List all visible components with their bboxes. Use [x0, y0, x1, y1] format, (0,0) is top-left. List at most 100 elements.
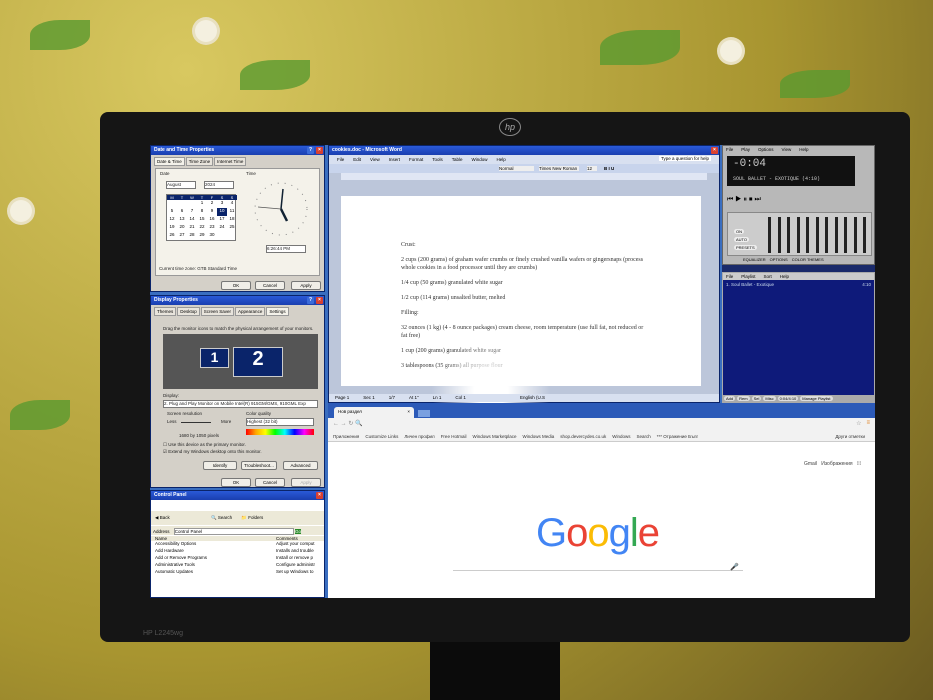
menu-item[interactable]: File [726, 147, 733, 152]
calendar-day[interactable]: 8 [197, 208, 207, 216]
playlist-button[interactable]: Add [724, 396, 736, 401]
other-bookmarks[interactable]: Други отметки [835, 434, 865, 439]
ok-button[interactable]: OK [221, 281, 251, 290]
close-icon[interactable]: × [316, 147, 323, 154]
calendar-day[interactable]: 13 [177, 216, 187, 224]
cancel-button[interactable]: Cancel [255, 281, 285, 290]
help-icon[interactable]: ? [307, 147, 314, 154]
close-tab-icon[interactable]: × [407, 409, 410, 414]
calendar-day[interactable]: 27 [177, 232, 187, 240]
menu-item[interactable]: Play [741, 147, 750, 152]
calendar-day[interactable]: 26 [167, 232, 177, 240]
bookmark[interactable]: Windows Marketplace [472, 434, 516, 439]
menu-item[interactable]: Help [799, 147, 808, 152]
eq-tab[interactable]: COLOR THEMES [792, 257, 824, 262]
primary-checkbox[interactable]: ☐ Use this device as the primary monitor… [163, 442, 246, 448]
display-select[interactable]: 2. Plug and Play Monitor on Mobile Intel… [163, 400, 318, 408]
eq-button[interactable]: ON [734, 229, 744, 234]
resolution-slider[interactable] [181, 422, 211, 423]
tab-1[interactable]: Desktop [177, 307, 200, 316]
transport-controls[interactable]: ⏮▶⏸⏹⏭ [727, 196, 763, 204]
eq-slider[interactable] [796, 217, 800, 253]
calendar-day[interactable]: 18 [227, 216, 237, 224]
eq-slider[interactable] [777, 217, 781, 253]
calendar-day[interactable]: 1 [197, 200, 207, 208]
menu-item[interactable]: File [726, 274, 733, 279]
advanced-button[interactable]: Advanced [283, 461, 318, 470]
ok-button[interactable]: OK [221, 478, 251, 487]
menu-item[interactable]: Options [758, 147, 774, 152]
document-page[interactable]: Crust: 2 cups (200 grams) of graham wafer… [341, 196, 701, 446]
tab-2[interactable]: Internet Time [214, 157, 247, 166]
folders-button[interactable]: 📁 Folders [241, 515, 263, 520]
time-field[interactable]: 6:26:44 PM [266, 245, 306, 253]
tab-3[interactable]: Appearance [235, 307, 266, 316]
bold-button[interactable]: B I U [604, 166, 614, 171]
calendar-day[interactable]: 24 [217, 224, 227, 232]
menu-item[interactable]: View [370, 157, 380, 162]
bookmark[interactable]: Приложения [333, 434, 359, 439]
playlist-button[interactable]: Sel [751, 396, 762, 401]
new-tab-button[interactable] [418, 410, 430, 417]
back-icon[interactable]: ← [333, 421, 339, 427]
menu-item[interactable]: File [337, 157, 344, 162]
calendar-day[interactable]: 25 [227, 224, 237, 232]
menu-item[interactable]: Table [452, 157, 463, 162]
list-item[interactable]: Automatic Updates Set up Windows to [151, 569, 324, 576]
color-quality-select[interactable]: Highest (32 bit) [246, 418, 314, 426]
apply-button[interactable]: Apply [291, 478, 321, 487]
calendar-day[interactable]: 17 [217, 216, 227, 224]
calendar-day[interactable]: 7 [187, 208, 197, 216]
year-spinner[interactable]: 2024 [204, 181, 234, 189]
address-input[interactable]: Control Panel [173, 528, 294, 535]
font-size-select[interactable]: 12 [587, 166, 597, 171]
calendar-day[interactable]: 21 [187, 224, 197, 232]
calendar-day[interactable]: 28 [187, 232, 197, 240]
bookmark[interactable]: Личен профил [404, 434, 434, 439]
cancel-button[interactable]: Cancel [255, 478, 285, 487]
eq-slider[interactable] [806, 217, 809, 253]
menu-item[interactable]: Help [497, 157, 506, 162]
apply-button[interactable]: Apply [291, 281, 321, 290]
calendar-day[interactable]: 2 [207, 200, 217, 208]
list-item[interactable]: Add Hardware Installs and trouble [151, 548, 324, 555]
calendar-day[interactable]: 15 [197, 216, 207, 224]
search-button[interactable]: 🔍 Search [211, 515, 232, 520]
calendar-day[interactable]: 30 [207, 232, 217, 240]
eq-slider[interactable] [834, 217, 838, 253]
playlist-button[interactable]: Manage Playlist [800, 396, 833, 401]
back-button[interactable]: ◀ Back [155, 515, 170, 520]
gmail-link[interactable]: Gmail [804, 461, 817, 467]
style-select[interactable]: Normal [499, 166, 534, 171]
calendar-day[interactable]: 23 [207, 224, 217, 232]
playlist-button[interactable]: 0:04/4:10 [777, 396, 799, 401]
calendar-day[interactable]: 5 [167, 208, 177, 216]
eq-slider[interactable] [853, 217, 857, 253]
playlist-item[interactable]: 1. Soul Ballet - Exotique 4:10 [723, 280, 874, 289]
search-input[interactable] [453, 570, 743, 571]
monitor-1-icon[interactable]: 1 [200, 348, 229, 368]
menu-item[interactable]: Format [409, 157, 423, 162]
calendar-day[interactable]: 11 [227, 208, 237, 216]
eq-slider[interactable] [844, 217, 847, 253]
calendar-day[interactable]: 3 [217, 200, 227, 208]
calendar-day[interactable]: 22 [197, 224, 207, 232]
reload-icon[interactable]: ↻ [348, 421, 353, 427]
calendar-day[interactable]: 29 [197, 232, 207, 240]
calendar-day[interactable]: 14 [187, 216, 197, 224]
list-item[interactable]: Add or Remove Programs Install or remove … [151, 555, 324, 562]
close-icon[interactable]: × [316, 492, 323, 499]
bookmark[interactable]: Search [637, 434, 651, 439]
browser-tab[interactable]: Нов раздел × [334, 407, 414, 418]
eq-slider[interactable] [825, 217, 828, 253]
month-select[interactable]: August [166, 181, 196, 189]
close-icon[interactable]: × [316, 297, 323, 304]
calendar-day[interactable]: 19 [167, 224, 177, 232]
identify-button[interactable]: Identify [203, 461, 237, 470]
eq-slider[interactable] [863, 217, 866, 253]
menu-item[interactable]: View [782, 147, 792, 152]
menu-item[interactable]: Tools [432, 157, 443, 162]
calendar-day[interactable]: 12 [167, 216, 177, 224]
bookmark[interactable]: *** Отражение Бълг [657, 434, 698, 439]
forward-icon[interactable]: → [341, 421, 347, 427]
